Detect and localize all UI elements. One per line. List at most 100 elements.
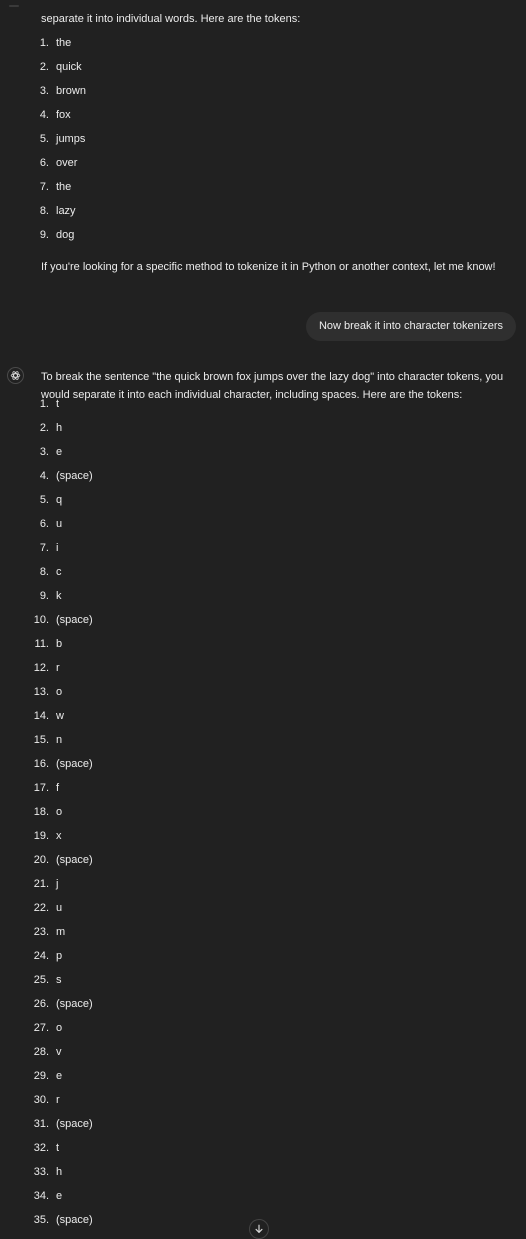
list-item-number: 8. — [39, 566, 49, 578]
list-item: 26. (space) — [0, 992, 93, 1016]
list-item: 33. h — [0, 1160, 62, 1184]
list-item: 18. o — [0, 800, 62, 824]
list-item-token: jumps — [56, 133, 86, 145]
list-item-number: 5. — [39, 133, 49, 145]
list-item: 32. t — [0, 1136, 59, 1160]
list-item-token: u — [56, 518, 63, 530]
list-item: 10. (space) — [0, 608, 93, 632]
list-item-number: 28. — [33, 1046, 49, 1058]
assistant-reply-intro: separate it into individual words. Here … — [41, 13, 301, 25]
list-item-number: 3. — [39, 446, 49, 458]
list-item-token: (space) — [56, 470, 93, 482]
list-item: 30. r — [0, 1088, 60, 1112]
list-item-token: s — [56, 974, 62, 986]
user-message-bubble: Now break it into character tokenizers — [305, 312, 516, 341]
list-item-token: e — [56, 1070, 63, 1082]
list-item-token: f — [56, 782, 60, 794]
list-item-number: 16. — [33, 758, 49, 770]
list-item: 12. r — [0, 656, 60, 680]
list-item: 6. over — [0, 151, 78, 175]
list-item: 4. (space) — [0, 464, 93, 488]
list-item: 9. dog — [0, 223, 75, 247]
list-item: 25. s — [0, 968, 62, 992]
list-item-number: 7. — [39, 181, 49, 193]
list-item: 5. jumps — [0, 127, 86, 151]
list-item-token: j — [56, 878, 59, 890]
list-item-token: q — [56, 494, 63, 506]
list-item: 27. o — [0, 1016, 62, 1040]
list-item-token: x — [56, 830, 62, 842]
top-divider — [9, 5, 19, 7]
list-item-token: b — [56, 638, 63, 650]
list-item: 3. brown — [0, 79, 86, 103]
list-item-number: 19. — [33, 830, 49, 842]
list-item-number: 24. — [33, 950, 49, 962]
list-item: 8. c — [0, 560, 62, 584]
list-item-token: lazy — [56, 205, 76, 217]
list-item: 13. o — [0, 680, 62, 704]
list-item-number: 11. — [34, 638, 49, 650]
list-item-token: (space) — [56, 854, 93, 866]
list-item-token: w — [56, 710, 64, 722]
list-item-number: 1. — [39, 37, 49, 49]
list-item-token: e — [56, 1190, 63, 1202]
list-item: 29. e — [0, 1064, 62, 1088]
list-item-number: 4. — [39, 470, 49, 482]
list-item-token: e — [56, 446, 63, 458]
list-item: 31. (space) — [0, 1112, 93, 1136]
list-item: 22. u — [0, 896, 62, 920]
list-item-token: r — [56, 1094, 60, 1106]
list-item-token: i — [56, 542, 59, 554]
list-item-number: 9. — [39, 590, 49, 602]
list-item-token: t — [56, 398, 60, 410]
list-item-token: dog — [56, 229, 75, 241]
list-item-token: (space) — [56, 614, 93, 626]
list-item: 1. the — [0, 31, 71, 55]
scroll-to-bottom-button[interactable] — [249, 1219, 269, 1239]
assistant-reply-intro: To break the sentence "the quick brown f… — [41, 371, 504, 401]
list-item-number: 14. — [33, 710, 49, 722]
list-item-token: o — [56, 806, 63, 818]
list-item-token: v — [56, 1046, 62, 1058]
list-item-token: (space) — [56, 758, 93, 770]
list-item-token: fox — [56, 109, 71, 121]
list-item: 2. h — [0, 416, 62, 440]
list-item-number: 29. — [33, 1070, 49, 1082]
list-item-number: 27. — [33, 1022, 49, 1034]
list-item-number: 7. — [39, 542, 49, 554]
list-item: 24. p — [0, 944, 62, 968]
list-item-token: p — [56, 950, 63, 962]
list-item: 23. m — [0, 920, 65, 944]
list-item-token: quick — [56, 61, 82, 73]
list-item-number: 4. — [39, 109, 49, 121]
list-item: 5. q — [0, 488, 62, 512]
list-item-token: h — [56, 1166, 63, 1178]
list-item-number: 12. — [33, 662, 49, 674]
list-item-number: 21. — [33, 878, 49, 890]
list-item-token: (space) — [56, 998, 93, 1010]
list-item-number: 35. — [33, 1214, 49, 1226]
list-item: 7. the — [0, 175, 71, 199]
list-item: 1. t — [0, 392, 59, 416]
list-item: 8. lazy — [0, 199, 76, 223]
list-item: 17. f — [0, 776, 59, 800]
list-item-number: 18. — [33, 806, 49, 818]
list-item: 9. k — [0, 584, 62, 608]
list-item-number: 8. — [39, 205, 49, 217]
list-item-number: 2. — [39, 61, 49, 73]
list-item-token: r — [56, 662, 60, 674]
openai-logo-icon — [7, 367, 24, 384]
list-item: 14. w — [0, 704, 64, 728]
list-item: 16. (space) — [0, 752, 93, 776]
list-item-number: 10. — [33, 614, 49, 626]
list-item-token: brown — [56, 85, 86, 97]
list-item-number: 30. — [33, 1094, 49, 1106]
list-item-token: u — [56, 902, 63, 914]
list-item-number: 32. — [33, 1142, 49, 1154]
list-item-token: t — [56, 1142, 60, 1154]
list-item-token: the — [56, 37, 72, 49]
list-item: 7. i — [0, 536, 59, 560]
list-item-number: 23. — [33, 926, 49, 938]
list-item-number: 31. — [33, 1118, 49, 1130]
list-item: 34. e — [0, 1184, 62, 1208]
